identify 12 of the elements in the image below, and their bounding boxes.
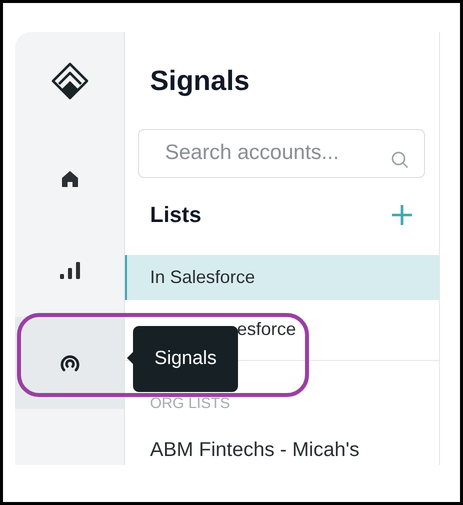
list-item[interactable]: ABM Fintechs - Micah's <box>125 435 439 465</box>
signal-icon[interactable] <box>60 353 80 373</box>
search-field[interactable]: Search accounts... <box>138 129 425 178</box>
bar-chart-icon[interactable] <box>58 262 80 280</box>
add-icon[interactable] <box>391 204 413 226</box>
home-icon[interactable] <box>60 169 80 189</box>
panel-title: Signals <box>149 64 251 97</box>
lists-heading: Lists <box>150 201 202 229</box>
tooltip-arrow-icon <box>127 352 133 364</box>
org-lists-heading: ORG LISTS <box>149 394 232 414</box>
list-item[interactable]: In Salesforce <box>125 254 439 300</box>
search-icon <box>391 151 409 169</box>
